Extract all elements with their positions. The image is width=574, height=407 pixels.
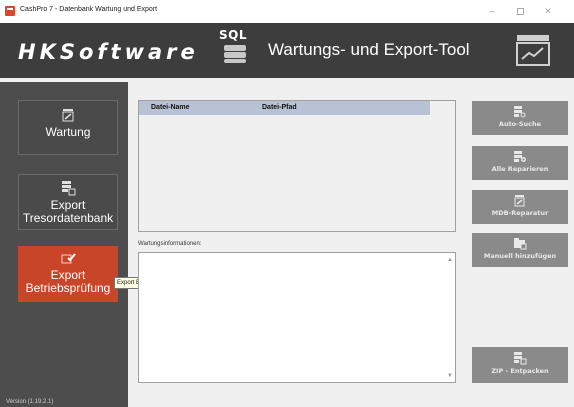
scroll-down-arrow[interactable]: ▼ bbox=[447, 373, 453, 379]
folder-add-icon bbox=[514, 238, 527, 250]
auto-search-button[interactable]: Auto-Suche bbox=[472, 101, 568, 135]
maintenance-info-label: Wartungsinformationen: bbox=[138, 241, 202, 247]
header-title: Wartungs- und Export-Tool bbox=[268, 40, 470, 59]
table-header: Datei-Name Datei-Pfad bbox=[139, 101, 430, 115]
mdb-repair-label: MDB-Reparatur bbox=[491, 209, 549, 217]
mdb-repair-button[interactable]: MDB-Reparatur bbox=[472, 190, 568, 224]
add-manual-label: Manuell hinzufügen bbox=[483, 252, 557, 260]
brand-logo: HKSoftware bbox=[18, 40, 199, 64]
database-icon bbox=[224, 45, 246, 63]
sidebar-item-label-line2: Betriebsprüfung bbox=[25, 281, 111, 295]
sql-label: SQL bbox=[219, 28, 247, 42]
close-button[interactable]: ✕ bbox=[536, 3, 560, 20]
audit-export-icon bbox=[61, 253, 76, 264]
zip-extract-button[interactable]: ZIP - Entpacken bbox=[472, 347, 568, 383]
version-label: Version (1.19.2.1) bbox=[6, 399, 54, 405]
sidebar-item-export-tresor[interactable]: Export Tresordatenbank bbox=[18, 174, 118, 230]
column-header-file-name[interactable]: Datei-Name bbox=[151, 104, 190, 111]
minimize-button[interactable]: – bbox=[480, 3, 504, 20]
column-header-file-path[interactable]: Datei-Pfad bbox=[262, 104, 297, 111]
sidebar-item-wartung[interactable]: Wartung bbox=[18, 100, 118, 155]
zip-extract-label: ZIP - Entpacken bbox=[491, 367, 549, 375]
window-titlebar: CashPro 7 - Datenbank Wartung und Export… bbox=[0, 0, 574, 23]
maximize-icon bbox=[516, 8, 524, 16]
database-search-icon bbox=[514, 106, 526, 118]
sidebar-item-label-line2: Tresordatenbank bbox=[22, 211, 114, 225]
app-icon bbox=[5, 6, 15, 16]
database-gear-icon bbox=[514, 151, 526, 162]
wrench-doc-icon bbox=[62, 109, 74, 122]
database-export-icon bbox=[62, 181, 76, 196]
maximize-button[interactable] bbox=[508, 3, 532, 20]
wrench-doc-icon bbox=[514, 195, 525, 207]
chart-monitor-icon bbox=[516, 35, 550, 66]
sidebar-item-export-betriebspruefung[interactable]: Export Betriebsprüfung bbox=[18, 246, 118, 302]
scroll-up-arrow[interactable]: ▲ bbox=[447, 257, 453, 263]
app-header: HKSoftware SQL Wartungs- und Export-Tool bbox=[0, 23, 574, 78]
add-manual-button[interactable]: Manuell hinzufügen bbox=[472, 233, 568, 267]
maintenance-info-textarea[interactable]: ▲ ▼ bbox=[138, 252, 456, 383]
database-export-icon bbox=[514, 352, 527, 365]
auto-search-label: Auto-Suche bbox=[498, 120, 542, 128]
sidebar-item-label: Wartung bbox=[45, 125, 91, 139]
window-title: CashPro 7 - Datenbank Wartung und Export bbox=[20, 6, 158, 13]
repair-all-label: Alle Reparieren bbox=[491, 165, 549, 173]
file-table[interactable]: Datei-Name Datei-Pfad bbox=[138, 100, 456, 232]
repair-all-button[interactable]: Alle Reparieren bbox=[472, 146, 568, 180]
